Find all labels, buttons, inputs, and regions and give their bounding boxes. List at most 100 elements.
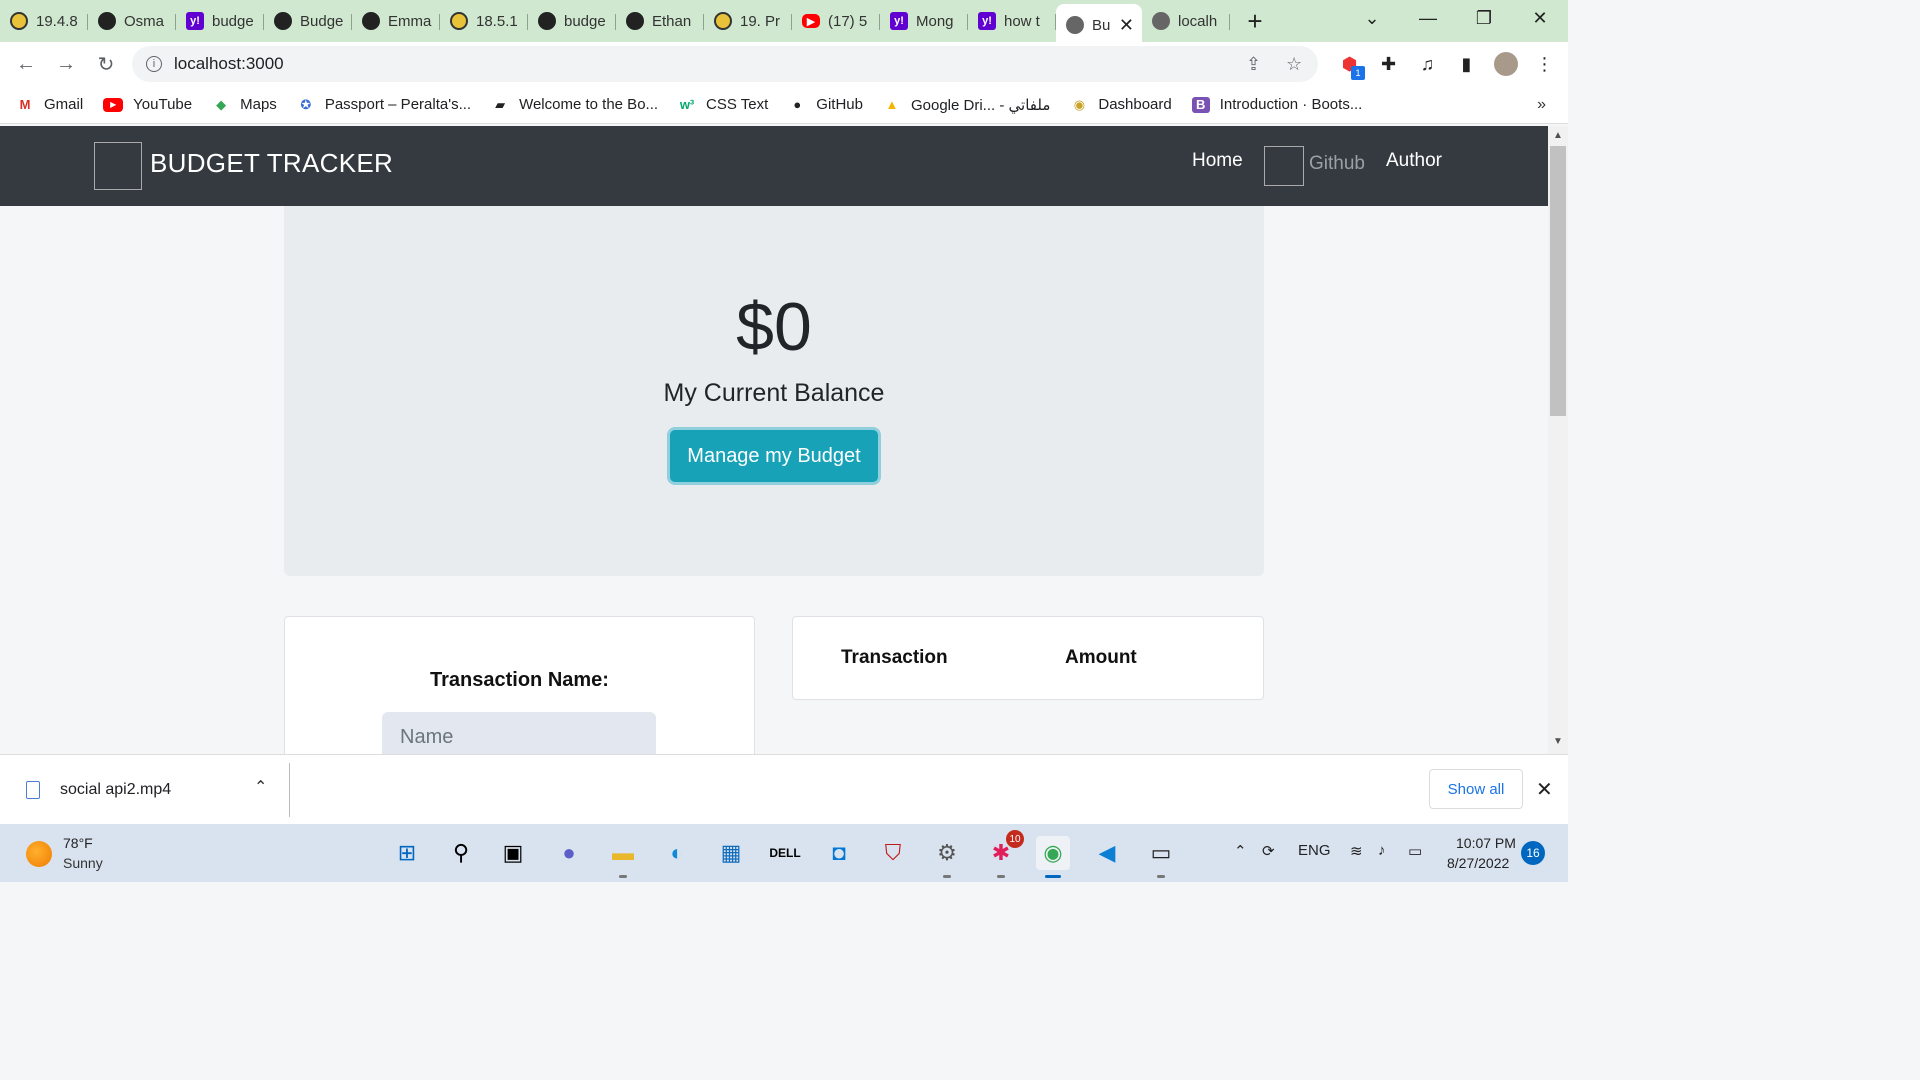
bookmark-star-icon[interactable]: ☆ [1286,54,1302,75]
cortana-icon[interactable]: ◘ [822,836,856,870]
url-text[interactable]: localhost:3000 [174,54,284,74]
browser-tab[interactable]: 19.4.8 [0,4,88,38]
browser-tab[interactable]: budge [528,4,616,38]
profile-avatar[interactable] [1486,48,1525,80]
tab-search-icon[interactable]: ⌄ [1344,0,1400,36]
back-icon[interactable]: ← [6,44,46,84]
bookmarks-overflow-button[interactable]: » [1537,96,1546,114]
dell-icon[interactable]: DELL [768,836,802,870]
extension-favicon-icon [10,12,28,30]
browser-tab[interactable]: y! Mong [880,4,968,38]
windows-start-icon[interactable]: ⊞ [390,836,424,870]
bookmark-item[interactable]: ▶ YouTube [103,96,192,113]
browser-tab[interactable]: Ethan [616,4,704,38]
bookmark-item[interactable]: ● GitHub [788,96,863,113]
browser-tab[interactable]: y! budge [176,4,264,38]
forward-icon[interactable]: → [46,44,86,84]
download-file-name[interactable]: social api2.mp4 [60,781,171,799]
browser-tab[interactable]: y! how t [968,4,1056,38]
balance-amount: $0 [736,289,812,365]
brand-logo-broken-image[interactable] [94,142,142,190]
mcafee-icon[interactable]: ⛉ [876,836,910,870]
github-broken-image[interactable] [1264,146,1304,186]
teams-chat-icon[interactable]: ● [552,836,586,870]
chevron-up-icon[interactable]: ⌃ [254,777,267,797]
close-window-icon[interactable]: ✕ [1512,0,1568,36]
extension-icon[interactable]: ⬢ 1 [1330,48,1369,80]
browser-tab[interactable]: 19. Pr [704,4,792,38]
sync-icon[interactable]: ⟳ [1262,842,1275,860]
manage-budget-button[interactable]: Manage my Budget [670,430,878,482]
close-download-bar-icon[interactable]: ✕ [1536,777,1553,802]
transactions-table-card: Transaction Amount [792,616,1264,700]
notification-badge[interactable]: 16 [1521,841,1545,865]
browser-tab[interactable]: Emma [352,4,440,38]
share-icon[interactable]: ⇪ [1246,54,1261,75]
browser-tab[interactable]: 18.5.1 [440,4,528,38]
bookmark-item[interactable]: ▲ Google Dri... - ملفاتي [883,96,1051,114]
language-indicator[interactable]: ENG [1298,842,1331,859]
menu-icon[interactable]: ⋮ [1525,48,1564,80]
address-bar[interactable]: i localhost:3000 ⇪ ☆ [132,46,1318,82]
w3schools-icon: w³ [679,97,695,112]
settings-gear-icon[interactable]: ⚙ [930,836,964,878]
reload-icon[interactable]: ↻ [86,44,126,84]
browser-tab[interactable]: Budge [264,4,352,38]
clock-date[interactable]: 8/27/2022 [1447,855,1509,871]
nav-link-github[interactable]: Github [1309,153,1365,175]
minimize-icon[interactable]: — [1400,0,1456,36]
bookmark-item[interactable]: M Gmail [16,96,84,113]
weather-description[interactable]: Sunny [63,855,103,871]
browser-tab[interactable]: localh [1142,4,1230,38]
taskbar: 78°F Sunny ⊞ ⚲ ▣ ● ▬ ◐ ▦ DELL ◘ ⛉ ⚙ ✱ 10 … [0,824,1568,882]
terminal-icon[interactable]: ▭ [1144,836,1178,878]
restore-icon[interactable]: ❐ [1456,0,1512,36]
github-icon: ● [793,97,802,112]
puzzle-icon[interactable]: ✚ [1369,48,1408,80]
bookmark-item[interactable]: w³ CSS Text [678,96,768,113]
bookmark-item[interactable]: ▰ Welcome to the Bo... [491,96,658,113]
browser-tab[interactable]: ▶ (17) 5 [792,4,880,38]
volume-icon[interactable]: ♪ [1378,842,1386,859]
clock-time[interactable]: 10:07 PM [1456,835,1516,851]
page-scrollbar[interactable]: ▲ ▼ [1548,126,1568,754]
sun-icon[interactable] [26,841,52,867]
search-icon[interactable]: ⚲ [444,836,478,870]
side-panel-icon[interactable]: ▮ [1447,48,1486,80]
video-file-icon[interactable] [26,781,40,799]
bootstrap-icon: B [1191,96,1210,113]
task-view-icon[interactable]: ▣ [496,836,530,870]
site-info-icon[interactable]: i [146,56,162,72]
close-tab-icon[interactable]: ✕ [1119,15,1134,36]
divider [289,763,290,817]
slack-icon[interactable]: ✱ 10 [984,830,1024,878]
extensions-area: ⬢ 1 ✚ ♫ ▮ ⋮ [1330,48,1564,80]
bookmark-item[interactable]: B Introduction · Boots... [1191,96,1362,113]
chevron-up-icon[interactable]: ⌃ [1234,842,1247,860]
browser-tab-active[interactable]: Bu ✕ [1056,4,1142,46]
store-icon[interactable]: ▦ [714,836,748,870]
new-tab-icon[interactable]: + [1238,4,1272,38]
vscode-icon[interactable]: ◀ [1090,836,1124,870]
bookmark-item[interactable]: ◉ Dashboard [1070,96,1172,113]
media-control-icon[interactable]: ♫ [1408,48,1447,80]
battery-icon[interactable]: ▭ [1408,842,1422,860]
brand-title[interactable]: BUDGET TRACKER [150,148,393,179]
scrollbar-thumb[interactable] [1550,146,1566,416]
bookmark-item[interactable]: ◆ Maps [212,96,277,113]
passport-icon: ✪ [300,96,312,112]
extension-favicon-icon [714,12,732,30]
browser-tab[interactable]: Osma [88,4,176,38]
scroll-down-icon[interactable]: ▼ [1548,736,1568,747]
nav-link-author[interactable]: Author [1386,150,1442,172]
chrome-icon[interactable]: ◉ [1036,836,1070,878]
scroll-up-icon[interactable]: ▲ [1548,130,1568,141]
bookmark-item[interactable]: ✪ Passport – Peralta's... [297,96,471,113]
wifi-icon[interactable]: ≋ [1350,842,1363,860]
transaction-name-input[interactable] [382,712,656,754]
weather-temperature[interactable]: 78°F [63,835,93,851]
show-all-button[interactable]: Show all [1429,769,1523,809]
nav-link-home[interactable]: Home [1192,150,1243,172]
edge-icon[interactable]: ◐ [660,836,694,870]
file-explorer-icon[interactable]: ▬ [606,836,640,878]
